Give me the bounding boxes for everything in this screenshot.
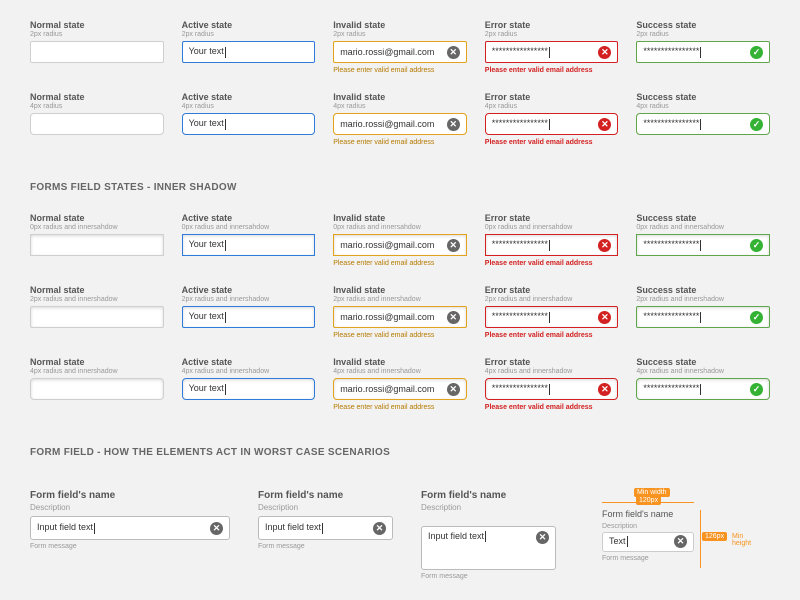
clear-icon[interactable]: ✕ [447,311,460,324]
input-error[interactable]: ****************✕ [485,306,619,328]
sub-label: 2px radius [485,31,619,38]
state-label: Success state [636,20,770,30]
clear-icon[interactable]: ✕ [373,522,386,535]
input-normal[interactable] [30,113,164,135]
input-error[interactable]: ****************✕ [485,378,619,400]
row-r4-inner: Normal state4px radius and innershadow A… [30,357,770,411]
input-success[interactable]: ****************✓ [636,41,770,63]
clear-icon[interactable]: ✕ [674,535,687,548]
input-error[interactable]: ****************✕ [485,234,619,256]
worst-case-wide: Form field's name Description Input fiel… [30,490,230,550]
input-text[interactable]: Input field text✕ [30,516,230,540]
error-icon: ✕ [598,311,611,324]
success-icon: ✓ [750,118,763,131]
state-label: Invalid state [333,20,467,30]
field-message: Please enter valid email address [485,67,619,74]
sub-label: 2px radius [182,31,316,38]
error-icon: ✕ [598,46,611,59]
input-active[interactable]: Your text [182,306,316,328]
input-error[interactable]: ****************✕ [485,41,619,63]
sub-label: 2px radius [636,31,770,38]
success-icon: ✓ [750,239,763,252]
clear-icon[interactable]: ✕ [447,239,460,252]
sub-label: 2px radius [333,31,467,38]
row-r2-inner: Normal state2px radius and innershadow A… [30,285,770,339]
input-invalid[interactable]: mario.rossi@gmail.com✕ [333,306,467,328]
dim-value-minh: 126px [702,532,727,541]
state-label: Normal state [30,20,164,30]
input-success[interactable]: ****************✓ [636,234,770,256]
input-error[interactable]: ****************✕ [485,113,619,135]
clear-icon[interactable]: ✕ [536,531,549,544]
input-text[interactable]: Input field text✕ [258,516,393,540]
row-r4: Normal state 4px radius Active state 4px… [30,92,770,146]
worst-case-tall: Form field's name Description Input fiel… [421,490,556,580]
dim-label-minh: Min height [729,532,754,548]
field-message: Form message [30,543,230,550]
state-label: Error state [485,20,619,30]
clear-icon[interactable]: ✕ [447,46,460,59]
row-r2: Normal state 2px radius Active state 2px… [30,20,770,74]
clear-icon[interactable]: ✕ [447,383,460,396]
error-icon: ✕ [598,118,611,131]
success-icon: ✓ [750,311,763,324]
input-invalid[interactable]: mario.rossi@gmail.com✕ [333,113,467,135]
clear-icon[interactable]: ✕ [447,118,460,131]
section-title-inner: FORMS FIELD STATES - INNER SHADOW [30,182,770,193]
field-name: Form field's name [30,490,230,501]
input-invalid[interactable]: mario.rossi@gmail.com✕ [333,234,467,256]
section-title-worst: FORM FIELD - HOW THE ELEMENTS ACT IN WOR… [30,447,770,458]
field-desc: Description [30,503,230,512]
sub-label: 2px radius [30,31,164,38]
input-normal[interactable] [30,234,164,256]
dim-value-minw: 120px [636,496,661,505]
input-invalid[interactable]: mario.rossi@gmail.com✕ [333,41,467,63]
input-active[interactable]: Your text [182,234,316,256]
clear-icon[interactable]: ✕ [210,522,223,535]
input-invalid[interactable]: mario.rossi@gmail.com✕ [333,378,467,400]
input-success[interactable]: ****************✓ [636,378,770,400]
state-label: Active state [182,20,316,30]
input-success[interactable]: ****************✓ [636,113,770,135]
input-active[interactable]: Your text [182,41,316,63]
row-r0-inner: Normal state0px radius and innersahdow A… [30,213,770,267]
input-min[interactable]: Text✕ [602,532,694,552]
input-normal[interactable] [30,41,164,63]
field-name-wrapped: Form field's name [602,510,694,520]
input-success[interactable]: ****************✓ [636,306,770,328]
success-icon: ✓ [750,46,763,59]
success-icon: ✓ [750,383,763,396]
field-message: Please enter valid email address [333,67,467,74]
input-normal[interactable] [30,378,164,400]
input-normal[interactable] [30,306,164,328]
error-icon: ✕ [598,383,611,396]
input-textarea[interactable]: Input field text✕ [421,526,556,570]
input-active[interactable]: Your text [182,113,316,135]
error-icon: ✕ [598,239,611,252]
worst-case-narrow: Form field's name Description Input fiel… [258,490,393,550]
input-active[interactable]: Your text [182,378,316,400]
